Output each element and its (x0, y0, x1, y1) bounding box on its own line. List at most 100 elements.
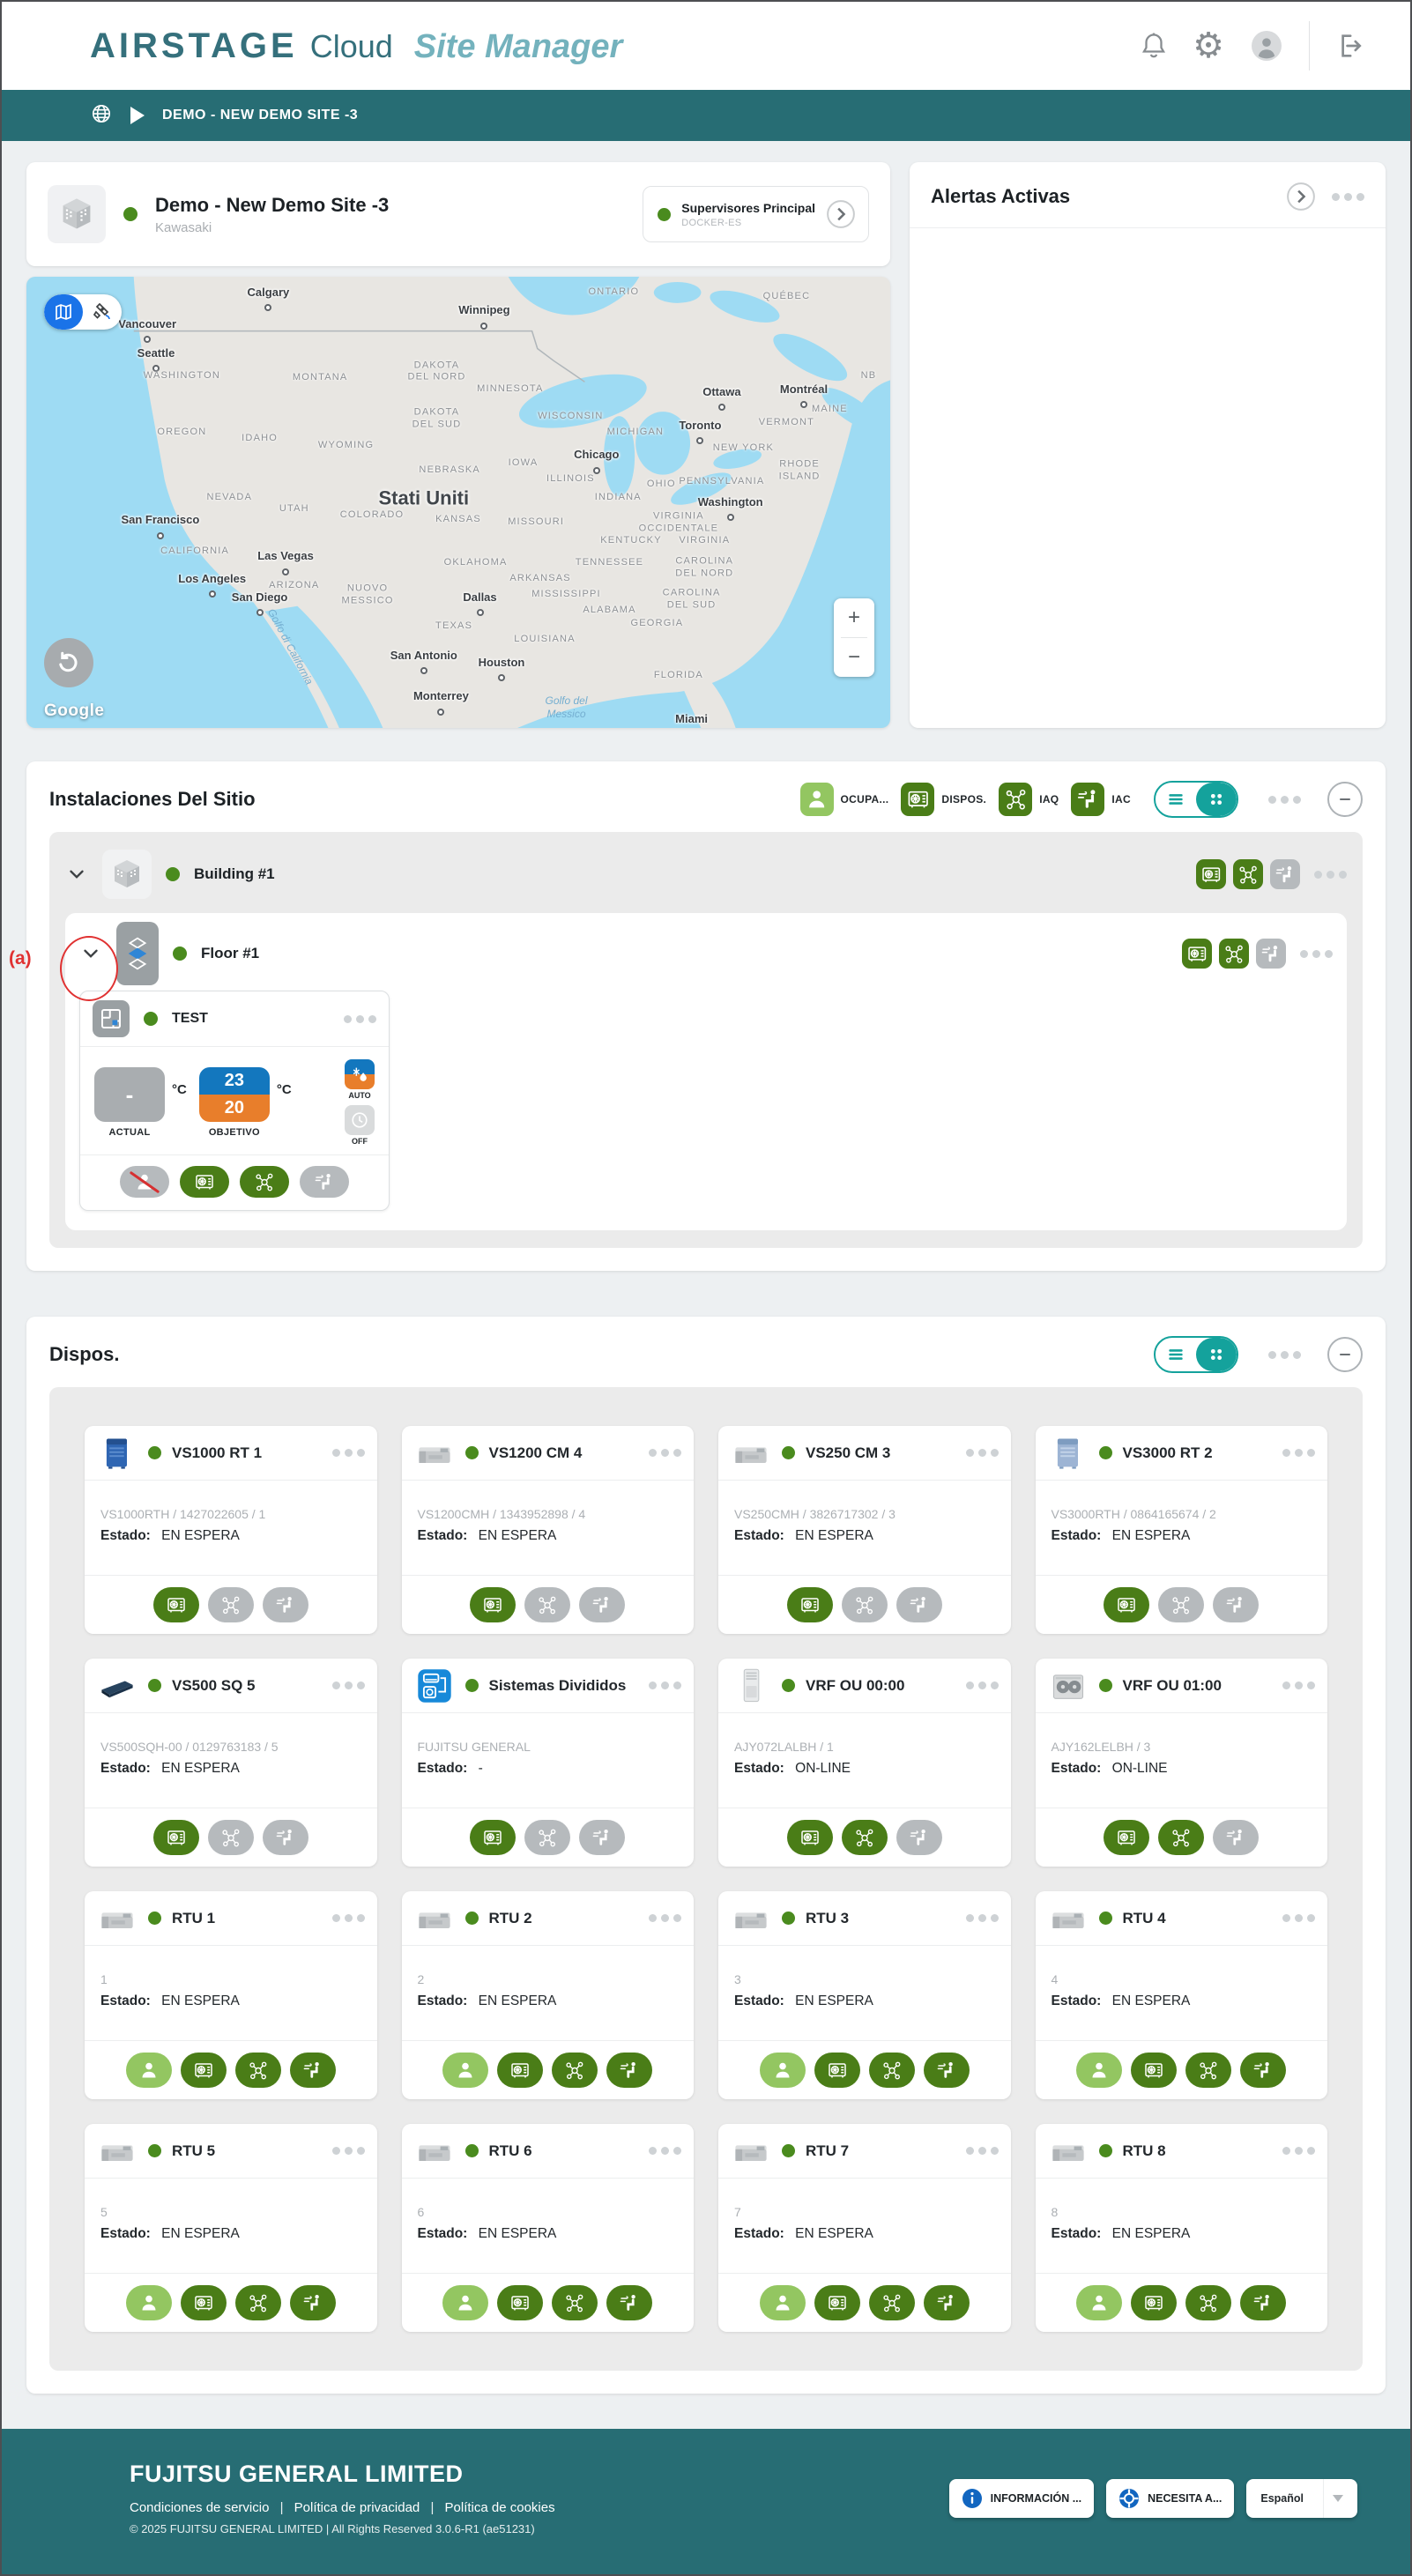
dev-pill[interactable] (787, 1820, 833, 1855)
legend-item-iac[interactable]: IAC (1071, 783, 1131, 816)
building-menu-dots[interactable] (1314, 871, 1347, 879)
iaq-pill[interactable] (1185, 2285, 1231, 2320)
iac-pill[interactable] (1213, 1587, 1259, 1622)
dev-pill[interactable] (1104, 1587, 1149, 1622)
list-view-button[interactable] (1156, 783, 1196, 816)
footer-link-privacy[interactable]: Política de privacidad (294, 2500, 420, 2515)
iaq-status-icon[interactable] (1233, 859, 1263, 889)
alerts-menu-dots[interactable] (1332, 193, 1364, 201)
iac-pill[interactable] (300, 1166, 349, 1198)
occupancy-pill[interactable] (126, 2053, 172, 2088)
device-status-icon[interactable] (1196, 859, 1226, 889)
device-menu-dots[interactable] (649, 1449, 681, 1457)
iaq-status-icon[interactable] (1219, 939, 1249, 969)
footer-link-terms[interactable]: Condiciones de servicio (130, 2500, 269, 2515)
iaq-pill[interactable] (235, 2285, 281, 2320)
map-view-button[interactable] (44, 294, 83, 330)
mode-auto-icon[interactable] (345, 1059, 375, 1089)
device-menu-dots[interactable] (332, 1914, 365, 1922)
zoom-in-button[interactable]: + (834, 598, 874, 637)
device-menu-dots[interactable] (649, 2147, 681, 2155)
language-dropdown-arrow[interactable] (1323, 2479, 1357, 2518)
iac-pill[interactable] (579, 1587, 625, 1622)
iac-pill[interactable] (263, 1587, 308, 1622)
grid-view-button[interactable] (1196, 783, 1237, 816)
iac-status-icon[interactable] (1270, 859, 1300, 889)
dev-pill[interactable] (814, 2285, 860, 2320)
iac-pill[interactable] (896, 1820, 942, 1855)
iaq-pill[interactable] (240, 1166, 289, 1198)
devices-collapse-button[interactable] (1327, 1337, 1363, 1372)
dev-pill[interactable] (153, 1587, 199, 1622)
iac-pill[interactable] (290, 2053, 336, 2088)
dev-pill[interactable] (1131, 2285, 1177, 2320)
iac-pill[interactable] (1213, 1820, 1259, 1855)
occupancy-pill[interactable] (442, 2285, 488, 2320)
dev-pill[interactable] (470, 1587, 516, 1622)
help-button[interactable]: NECESITA A... (1106, 2479, 1234, 2518)
zoom-out-button[interactable]: − (834, 638, 874, 677)
iaq-pill[interactable] (524, 1820, 570, 1855)
device-menu-dots[interactable] (966, 1449, 999, 1457)
iaq-pill[interactable] (552, 2285, 598, 2320)
chevron-down-icon[interactable] (79, 942, 102, 965)
iac-pill[interactable] (924, 2053, 970, 2088)
chevron-down-icon[interactable] (65, 863, 88, 886)
iac-pill[interactable] (290, 2285, 336, 2320)
device-menu-dots[interactable] (332, 1449, 365, 1457)
dev-pill[interactable] (497, 2285, 543, 2320)
mode-off-icon[interactable] (345, 1105, 375, 1135)
floor-menu-dots[interactable] (1300, 950, 1333, 958)
iaq-pill[interactable] (235, 2053, 281, 2088)
globe-icon[interactable] (90, 102, 113, 130)
iac-status-icon[interactable] (1256, 939, 1286, 969)
iaq-pill[interactable] (1158, 1820, 1204, 1855)
dev-pill[interactable] (497, 2053, 543, 2088)
facilities-menu-dots[interactable] (1268, 796, 1301, 804)
logout-icon[interactable] (1333, 30, 1364, 62)
language-select[interactable]: Español (1246, 2479, 1357, 2518)
dev-pill[interactable] (470, 1820, 516, 1855)
iaq-pill[interactable] (552, 2053, 598, 2088)
device-status-icon[interactable] (1182, 939, 1212, 969)
iaq-pill[interactable] (842, 1587, 888, 1622)
dev-pill[interactable] (181, 2285, 227, 2320)
iac-pill[interactable] (606, 2285, 652, 2320)
occupancy-pill[interactable] (126, 2285, 172, 2320)
dev-pill[interactable] (1131, 2053, 1177, 2088)
alerts-open-icon[interactable] (1286, 182, 1316, 212)
device-menu-dots[interactable] (1282, 1449, 1315, 1457)
iac-pill[interactable] (1240, 2285, 1286, 2320)
target-temperature[interactable]: 23 20 (199, 1067, 270, 1122)
occupancy-pill[interactable] (1076, 2053, 1122, 2088)
iaq-pill[interactable] (842, 1820, 888, 1855)
iac-pill[interactable] (896, 1587, 942, 1622)
dev-pill[interactable] (1104, 1820, 1149, 1855)
device-menu-dots[interactable] (332, 2147, 365, 2155)
breadcrumb-site[interactable]: DEMO - NEW DEMO SITE -3 (162, 108, 358, 123)
map-refresh-button[interactable] (44, 638, 93, 687)
legend-item-person[interactable]: OCUPA... (800, 783, 889, 816)
iaq-pill[interactable] (208, 1820, 254, 1855)
iaq-pill[interactable] (869, 2285, 915, 2320)
facilities-collapse-button[interactable] (1327, 782, 1363, 817)
map-card[interactable]: CalgaryWinnipegONTARIOQUÉBECVancouverSea… (26, 277, 890, 728)
occupancy-pill[interactable] (760, 2285, 806, 2320)
list-view-button[interactable] (1156, 1338, 1196, 1371)
iac-pill[interactable] (924, 2285, 970, 2320)
room-floorplan-icon[interactable] (93, 1000, 130, 1037)
satellite-view-button[interactable] (83, 294, 122, 330)
iac-pill[interactable] (606, 2053, 652, 2088)
iac-pill[interactable] (579, 1820, 625, 1855)
occupancy-pill[interactable] (760, 2053, 806, 2088)
user-avatar[interactable] (1247, 26, 1286, 65)
device-menu-dots[interactable] (649, 1914, 681, 1922)
devices-menu-dots[interactable] (1268, 1351, 1301, 1359)
dev-pill[interactable] (153, 1820, 199, 1855)
iac-pill[interactable] (1240, 2053, 1286, 2088)
device-menu-dots[interactable] (649, 1681, 681, 1689)
settings-gear-icon[interactable]: ⚙ (1193, 30, 1224, 62)
supervisor-button[interactable]: Supervisores Principal DOCKER-ES (643, 186, 869, 242)
dev-pill[interactable] (181, 2053, 227, 2088)
room-menu-dots[interactable] (344, 1015, 376, 1023)
